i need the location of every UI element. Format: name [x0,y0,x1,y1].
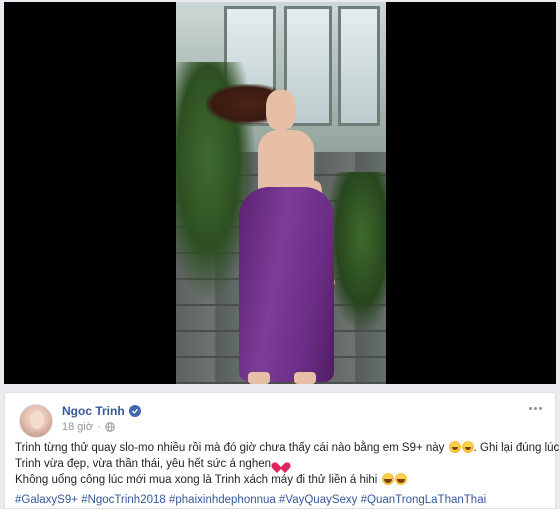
post-text: Trinh từng thử quay slo-mo nhiều rồi mà … [15,440,559,508]
more-options-icon[interactable] [525,401,545,415]
window-pane-right [338,6,380,126]
person-leg-right [294,372,316,384]
heart-emoji-icon [275,458,287,469]
grin-emoji-icon [448,441,461,453]
author-row: Ngoc Trinh [62,404,141,418]
post-text-line-3: Không uổng công lúc mới mua xong là Trin… [15,472,551,488]
author-avatar[interactable] [19,404,53,438]
verified-badge-icon [128,405,141,417]
post-text-line-3-content: Không uổng công lúc mới mua xong là Trin… [15,474,378,486]
hashtag-link[interactable]: #GalaxyS9+ [15,494,78,506]
person-face [266,90,296,130]
laugh-emoji-icon [381,473,394,485]
post-text-line-2-content: Trinh vừa đẹp, vừa thần thái, yêu hết sứ… [15,458,272,470]
post-meta: 18 giờ · [62,421,115,433]
page: Ngoc Trinh 18 giờ · Trinh từng thử quay … [0,0,560,509]
hashtag-link[interactable]: #QuanTrongLaThanThai [361,494,487,506]
post-text-line-2: Trinh vừa đẹp, vừa thần thái, yêu hết sứ… [15,456,551,472]
author-name[interactable]: Ngoc Trinh [62,404,125,418]
hashtag-link[interactable]: #NgocTrinh2018 [81,494,166,506]
video-frame-image [176,2,386,384]
hashtag-link[interactable]: #VayQuaySexy [279,494,357,506]
hashtag-link[interactable]: #phaixinhdephonnua [169,494,276,506]
separator-dot: · [97,421,101,433]
hashtag-list: #GalaxyS9+ #NgocTrinh2018 #phaixinhdepho… [15,492,551,508]
post-text-line-1: Trinh từng thử quay slo-mo nhiều rồi mà … [15,440,559,456]
person-dress [239,187,334,382]
plants-right [326,172,386,332]
person-leg-left [248,372,270,384]
post-timestamp[interactable]: 18 giờ [62,421,93,433]
post-text-line-1-content: Trinh từng thử quay slo-mo nhiều rồi mà … [15,442,445,454]
post-card: Ngoc Trinh 18 giờ · Trinh từng thử quay … [4,392,559,509]
globe-icon[interactable] [105,422,115,432]
post-text-line-1-tail: . Ghi lại đúng lúc [473,442,560,454]
laugh-emoji-icon [394,473,407,485]
video-player[interactable] [4,2,556,384]
grin-emoji-icon [461,441,474,453]
